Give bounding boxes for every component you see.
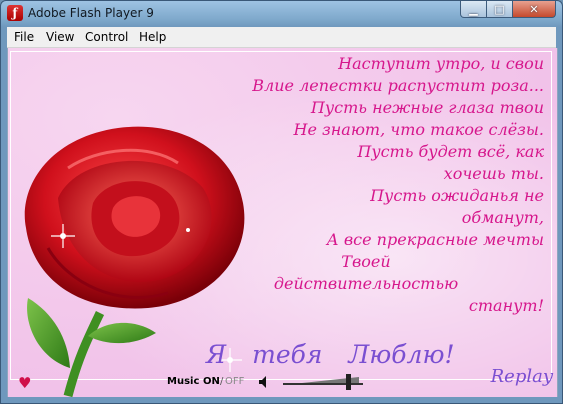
volume-slider-thumb[interactable] — [346, 374, 351, 390]
poem-line: Влие лепестки распустит роза... — [252, 76, 544, 95]
maximize-button[interactable]: □ — [486, 1, 513, 18]
flash-app-icon: ƒ — [7, 5, 23, 21]
music-separator: / — [220, 376, 224, 387]
minimize-button[interactable]: ▁ — [460, 1, 487, 18]
window-controls: ▁ □ ✕ — [460, 1, 556, 19]
poem-line: Не знают, что такое слёзы. — [293, 120, 545, 139]
menu-view[interactable]: View — [46, 30, 74, 44]
minimize-icon: ▁ — [469, 2, 478, 16]
poem-line: Пусть будет всё, как — [357, 142, 544, 161]
poem-line: действительностью — [273, 274, 459, 293]
menu-file[interactable]: File — [14, 30, 34, 44]
poem-line: А все прекрасные мечты — [326, 230, 544, 249]
poem-text: Наступит утро, и свои Влие лепестки расп… — [188, 53, 544, 317]
heart-icon: ♥ — [18, 374, 32, 392]
replay-button[interactable]: Replay — [491, 366, 553, 387]
poem-line: Наступит утро, и свои — [338, 54, 544, 73]
poem-line: Пусть нежные глаза твои — [310, 98, 544, 117]
menu-control[interactable]: Control — [85, 30, 128, 44]
music-on-button[interactable]: ON — [203, 376, 220, 387]
music-off-button[interactable]: OFF — [225, 376, 244, 387]
flash-player-window: ƒ Adobe Flash Player 9 ▁ □ ✕ File View C… — [0, 0, 563, 404]
volume-slider[interactable] — [283, 383, 363, 385]
poem-line: Твоей — [341, 252, 391, 271]
poem-line: обманут, — [461, 208, 544, 227]
maximize-icon: □ — [494, 2, 505, 16]
window-title: Adobe Flash Player 9 — [28, 6, 154, 20]
close-button[interactable]: ✕ — [512, 1, 556, 18]
love-message: Я тебя Люблю! — [206, 340, 455, 369]
flash-content[interactable]: Наступит утро, и свои Влие лепестки расп… — [7, 48, 558, 397]
title-bar[interactable]: ƒ Adobe Flash Player 9 ▁ □ ✕ — [1, 1, 562, 27]
menu-help[interactable]: Help — [139, 30, 166, 44]
poem-line: хочешь ты. — [443, 164, 544, 183]
speaker-icon[interactable] — [258, 375, 272, 389]
poem-line: Пусть ожиданья не — [370, 186, 544, 205]
music-controls: Music ON / OFF — [163, 372, 363, 392]
menu-bar: File View Control Help — [7, 27, 556, 48]
music-label: Music — [167, 376, 200, 387]
poem-line: станут! — [468, 296, 544, 315]
close-icon: ✕ — [529, 2, 539, 16]
